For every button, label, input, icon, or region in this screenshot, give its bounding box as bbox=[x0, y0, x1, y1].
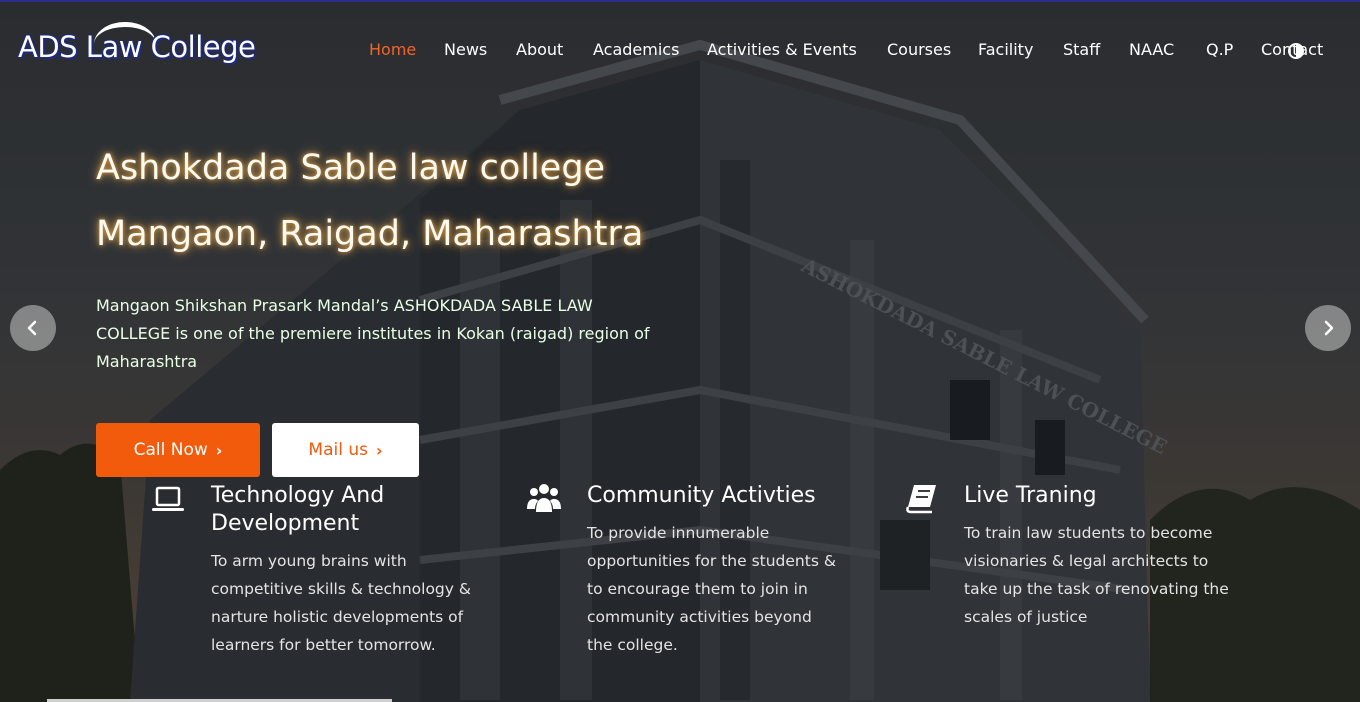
feature-description: To train law students to become visionar… bbox=[964, 524, 1229, 626]
chevron-left-icon bbox=[27, 320, 37, 336]
book-icon bbox=[906, 485, 936, 514]
mail-us-button[interactable]: Mail us › bbox=[272, 423, 419, 477]
carousel-prev-button[interactable] bbox=[10, 305, 56, 351]
mail-us-label: Mail us bbox=[308, 440, 368, 460]
nav-qp[interactable]: Q.P bbox=[1206, 40, 1233, 59]
nav-facility[interactable]: Facility bbox=[978, 40, 1033, 59]
nav-naac[interactable]: NAAC bbox=[1129, 40, 1174, 59]
feature-title: Community Activties bbox=[587, 483, 816, 508]
carousel-next-button[interactable] bbox=[1305, 305, 1351, 351]
nav-academics[interactable]: Academics bbox=[593, 40, 679, 59]
laptop-icon bbox=[152, 486, 184, 511]
nav-about[interactable]: About bbox=[516, 40, 563, 59]
chevron-right-icon: › bbox=[215, 440, 223, 460]
hero-title-line1: Ashokdada Sable law college bbox=[96, 148, 606, 188]
top-border bbox=[0, 0, 1360, 2]
call-now-label: Call Now bbox=[133, 440, 208, 460]
users-icon bbox=[527, 484, 561, 512]
hero-title-line2: Mangaon, Raigad, Maharashtra bbox=[96, 214, 644, 254]
nav-courses[interactable]: Courses bbox=[887, 40, 951, 59]
chevron-right-icon bbox=[1324, 320, 1334, 336]
call-now-button[interactable]: Call Now › bbox=[96, 423, 260, 477]
nav-activities-events[interactable]: Activities & Events bbox=[707, 40, 857, 59]
feature-description: To provide innumerable opportunities for… bbox=[587, 524, 836, 654]
feature-title: Live Traning bbox=[964, 483, 1097, 508]
nav-home[interactable]: Home bbox=[369, 40, 416, 59]
theme-toggle-icon[interactable] bbox=[1287, 42, 1305, 60]
feature-description: To arm young brains with competitive ski… bbox=[211, 552, 471, 654]
nav-staff[interactable]: Staff bbox=[1063, 40, 1100, 59]
hero-intro: Mangaon Shikshan Prasark Mandal’s ASHOKD… bbox=[96, 296, 650, 371]
feature-title: Technology And Development bbox=[211, 483, 385, 536]
chevron-right-icon: › bbox=[375, 440, 383, 460]
main-nav: Home News About Academics Activities & E… bbox=[0, 40, 1360, 62]
nav-news[interactable]: News bbox=[444, 40, 487, 59]
